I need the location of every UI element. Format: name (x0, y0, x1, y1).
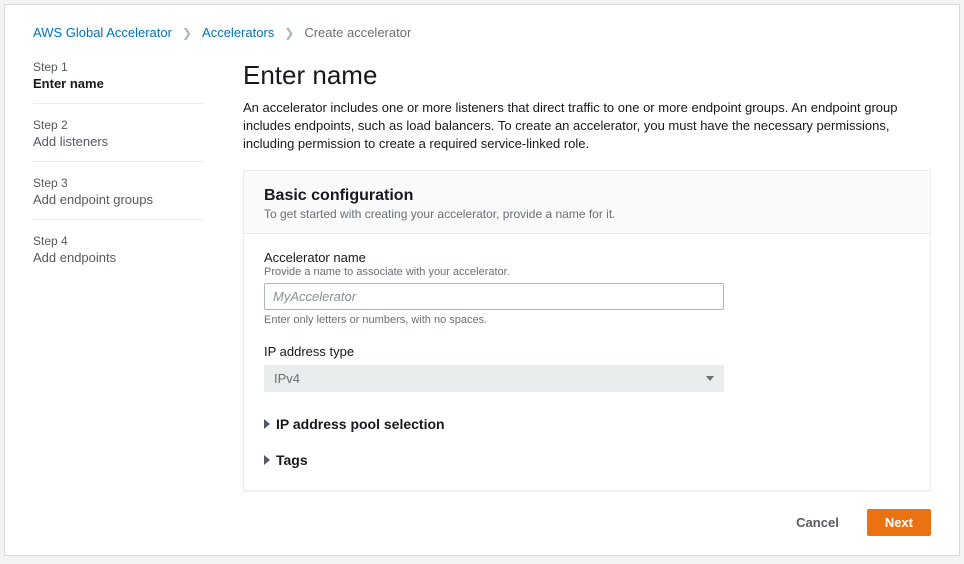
ip-address-type-select[interactable]: IPv4 (264, 365, 724, 392)
ip-address-type-field: IP address type IPv4 (264, 344, 910, 392)
footer-actions: Cancel Next (243, 509, 931, 536)
select-value: IPv4 (274, 371, 300, 386)
accelerator-name-input[interactable] (264, 283, 724, 310)
expander-label: Tags (276, 452, 308, 468)
chevron-right-icon: ❯ (284, 26, 294, 40)
cancel-button[interactable]: Cancel (778, 509, 857, 536)
step-enter-name[interactable]: Step 1 Enter name (33, 60, 203, 104)
next-button[interactable]: Next (867, 509, 931, 536)
step-number: Step 3 (33, 176, 203, 190)
chevron-down-icon (706, 376, 714, 381)
expander-label: IP address pool selection (276, 416, 445, 432)
step-add-endpoints[interactable]: Step 4 Add endpoints (33, 234, 203, 277)
breadcrumb-root[interactable]: AWS Global Accelerator (33, 25, 172, 40)
triangle-right-icon (264, 455, 270, 465)
field-label: IP address type (264, 344, 910, 359)
panel-title: Basic configuration (264, 187, 910, 205)
breadcrumb-section[interactable]: Accelerators (202, 25, 274, 40)
step-add-endpoint-groups[interactable]: Step 3 Add endpoint groups (33, 176, 203, 220)
basic-configuration-panel: Basic configuration To get started with … (243, 170, 931, 491)
main-content: Enter name An accelerator includes one o… (243, 60, 931, 536)
ip-address-pool-expander[interactable]: IP address pool selection (264, 410, 910, 438)
step-title: Add listeners (33, 134, 203, 149)
step-title: Enter name (33, 76, 203, 91)
panel-subtitle: To get started with creating your accele… (264, 207, 910, 221)
accelerator-name-field: Accelerator name Provide a name to assoc… (264, 250, 910, 326)
field-constraint: Enter only letters or numbers, with no s… (264, 314, 910, 326)
step-title: Add endpoints (33, 250, 203, 265)
page-description: An accelerator includes one or more list… (243, 99, 931, 154)
triangle-right-icon (264, 419, 270, 429)
step-number: Step 2 (33, 118, 203, 132)
step-title: Add endpoint groups (33, 192, 203, 207)
breadcrumb: AWS Global Accelerator ❯ Accelerators ❯ … (33, 25, 931, 40)
tags-expander[interactable]: Tags (264, 446, 910, 474)
step-add-listeners[interactable]: Step 2 Add listeners (33, 118, 203, 162)
step-number: Step 4 (33, 234, 203, 248)
page-title: Enter name (243, 60, 931, 91)
wizard-steps: Step 1 Enter name Step 2 Add listeners S… (33, 60, 203, 536)
field-label: Accelerator name (264, 250, 910, 265)
breadcrumb-current: Create accelerator (304, 25, 411, 40)
step-number: Step 1 (33, 60, 203, 74)
chevron-right-icon: ❯ (182, 26, 192, 40)
field-hint: Provide a name to associate with your ac… (264, 266, 910, 278)
